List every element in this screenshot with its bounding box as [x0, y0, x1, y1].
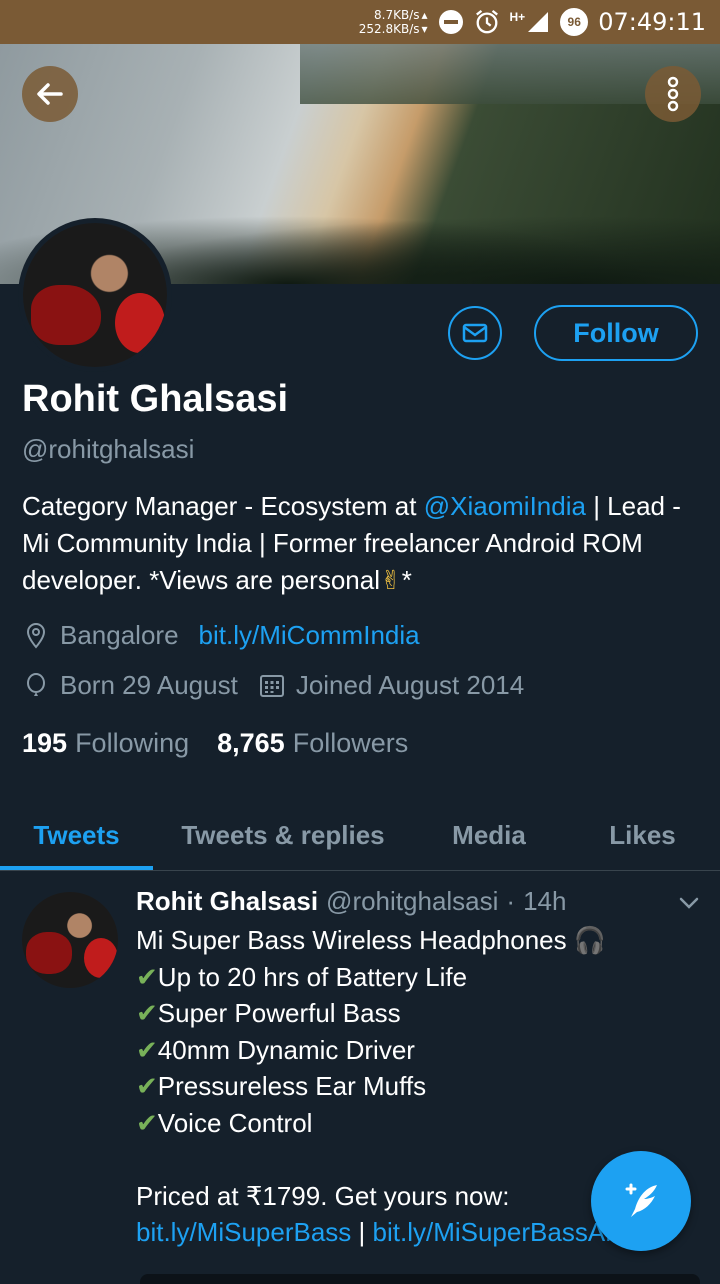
status-bar: 8.7KB/s ▴ 252.8KB/s ▾ H+ 96 07:49:11 — [0, 0, 720, 44]
down-arrow-icon: ▾ — [421, 22, 428, 36]
tweet-time: 14h — [523, 886, 567, 916]
battery-level: 96 — [567, 15, 581, 29]
follow-button[interactable]: Follow — [534, 305, 698, 361]
alarm-icon — [474, 9, 500, 35]
check-icon: ✔ — [136, 1107, 158, 1138]
profile-bio: Category Manager - Ecosystem at @XiaomiI… — [22, 491, 681, 595]
tab-media[interactable]: Media — [413, 800, 565, 870]
follow-counts: 195 Following 8,765 Followers — [22, 728, 408, 759]
check-icon: ✔ — [136, 1071, 158, 1102]
battery-icon: 96 — [560, 8, 589, 36]
feature-item: ✔Super Powerful Bass — [136, 998, 401, 1029]
profile-tabs: Tweets Tweets & replies Media Likes — [0, 800, 720, 871]
signal-icon — [528, 12, 549, 32]
clock: 07:49:11 — [598, 8, 706, 36]
tweet-header: Rohit Ghalsasi @rohitghalsasi · 14h — [136, 886, 566, 917]
avatar-image — [23, 223, 167, 367]
tweet-avatar[interactable] — [22, 892, 118, 988]
up-arrow-icon: ▴ — [421, 8, 428, 22]
check-icon: ✔ — [136, 998, 158, 1029]
back-arrow-icon — [37, 83, 63, 105]
birthday-text: Born 29 August — [60, 670, 238, 700]
message-button[interactable] — [448, 306, 502, 360]
tweet-dot: · — [506, 886, 516, 916]
victory-emoji: ✌ — [379, 565, 402, 595]
feature-item: ✔Voice Control — [136, 1107, 313, 1138]
location-pin-icon — [22, 622, 50, 650]
do-not-disturb-icon — [438, 9, 464, 35]
back-button[interactable] — [22, 66, 78, 122]
compose-tweet-icon — [625, 1183, 657, 1217]
tab-likes[interactable]: Likes — [565, 800, 720, 870]
compose-tweet-button[interactable] — [591, 1151, 691, 1251]
tweet-author-handle: @rohitghalsasi — [326, 886, 499, 916]
bio-mention-link[interactable]: @XiaomiIndia — [424, 491, 586, 521]
check-icon: ✔ — [136, 1034, 158, 1065]
location-text: Bangalore — [60, 620, 179, 650]
upload-speed: 8.7KB/s — [374, 8, 420, 22]
feature-item: ✔Up to 20 hrs of Battery Life — [136, 961, 468, 992]
profile-name: Rohit Ghalsasi — [22, 378, 289, 420]
tweet-link-1[interactable]: bit.ly/MiSuperBass — [136, 1217, 351, 1247]
tweet-author-name[interactable]: Rohit Ghalsasi — [136, 886, 318, 917]
chevron-down-icon[interactable] — [676, 890, 702, 916]
mail-icon — [462, 323, 488, 343]
signal-indicator: H+ — [510, 10, 551, 34]
calendar-icon — [258, 672, 286, 700]
tweet-title: Mi Super Bass Wireless Headphones — [136, 925, 574, 955]
profile-avatar[interactable] — [18, 218, 172, 372]
check-icon: ✔ — [136, 961, 158, 992]
feature-item: ✔40mm Dynamic Driver — [136, 1034, 415, 1065]
following-count[interactable]: 195 Following — [22, 728, 189, 759]
download-speed: 252.8KB/s — [358, 22, 420, 36]
profile-handle: @rohitghalsasi — [22, 434, 195, 464]
tab-tweets-replies[interactable]: Tweets & replies — [153, 800, 413, 870]
website-link[interactable]: bit.ly/MiCommIndia — [199, 620, 420, 651]
followers-count[interactable]: 8,765 Followers — [217, 728, 408, 759]
location-row: Bangalore bit.ly/MiCommIndia — [22, 620, 420, 651]
dates-row: Born 29 August Joined August 2014 — [22, 670, 524, 701]
balloon-icon — [22, 672, 50, 700]
network-type: H+ — [509, 10, 526, 24]
more-vertical-icon — [667, 76, 679, 112]
joined-text: Joined August 2014 — [295, 670, 525, 700]
headphone-emoji: 🎧 — [573, 925, 607, 955]
more-options-button[interactable] — [645, 66, 701, 122]
tab-tweets[interactable]: Tweets — [0, 800, 153, 870]
network-speed: 8.7KB/s ▴ 252.8KB/s ▾ — [359, 8, 428, 36]
feature-item: ✔Pressureless Ear Muffs — [136, 1071, 427, 1102]
